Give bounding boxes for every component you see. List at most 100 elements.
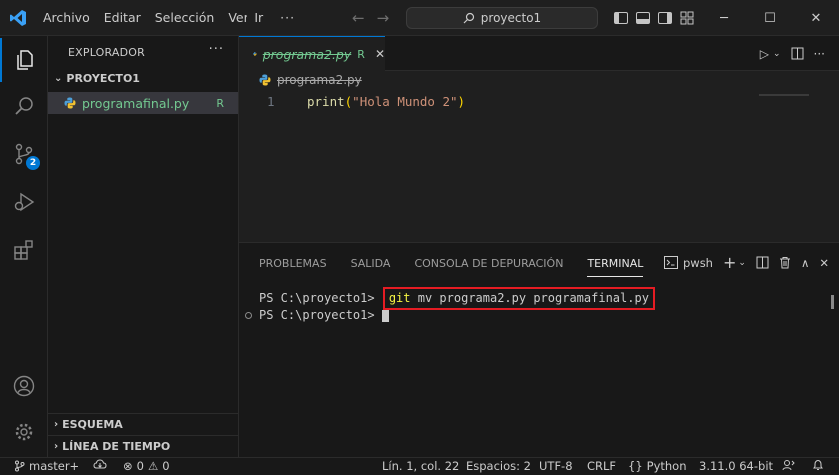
timeline-section-label: LÍNEA DE TIEMPO: [62, 440, 171, 453]
toggle-primary-sidebar-icon[interactable]: [614, 12, 628, 24]
minimap[interactable]: [759, 94, 809, 96]
indentation-status[interactable]: Espacios: 2: [466, 459, 531, 473]
explorer-icon[interactable]: [0, 38, 48, 82]
code-editor[interactable]: 1 print("Hola Mundo 2"): [239, 71, 839, 242]
language-status[interactable]: {} Python: [628, 459, 687, 473]
terminal-dropdown-icon[interactable]: ⌄: [738, 258, 746, 268]
python-interpreter-status[interactable]: 3.11.0 64-bit: [699, 459, 773, 473]
terminal-icon: [663, 256, 678, 269]
command-decoration-icon[interactable]: [245, 312, 252, 319]
terminal-cursor: [381, 309, 389, 322]
customize-layout-icon[interactable]: [680, 11, 694, 25]
vscode-logo-icon: [0, 0, 36, 36]
project-folder-label: PROYECTO1: [66, 72, 140, 85]
terminal-scrollbar[interactable]: [831, 295, 834, 309]
menu-archivo[interactable]: Archivo: [36, 0, 97, 36]
menu-seleccion[interactable]: Selección: [148, 0, 222, 36]
tab-terminal[interactable]: TERMINAL: [587, 257, 644, 277]
menu-editar[interactable]: Editar: [97, 0, 148, 36]
project-folder[interactable]: ⌄ PROYECTO1: [54, 72, 140, 85]
toggle-panel-icon[interactable]: [636, 12, 650, 24]
minimize-icon[interactable]: ─: [701, 0, 747, 36]
problems-status[interactable]: ⊗ 0 ⚠ 0: [123, 459, 170, 473]
navigation-arrows: ← →: [352, 0, 389, 36]
manage-gear-icon[interactable]: [0, 410, 48, 454]
search-view-icon[interactable]: [0, 84, 48, 128]
timeline-section[interactable]: › LÍNEA DE TIEMPO: [48, 435, 238, 457]
toggle-secondary-sidebar-icon[interactable]: [658, 12, 672, 24]
split-terminal-icon[interactable]: [756, 256, 769, 269]
run-dropdown-icon[interactable]: ⌄: [773, 49, 781, 59]
source-control-icon[interactable]: 2: [0, 132, 48, 176]
python-file-icon: [64, 97, 76, 109]
run-debug-icon[interactable]: [0, 180, 48, 224]
terminal-line-1: PS C:\proyecto1> git mv programa2.py pro…: [259, 287, 655, 310]
maximize-panel-icon[interactable]: ∧: [801, 256, 809, 270]
code-line-1[interactable]: 1 print("Hola Mundo 2"): [239, 93, 769, 112]
new-terminal-icon[interactable]: +: [723, 253, 736, 272]
search-icon: [463, 12, 474, 24]
branch-status[interactable]: master+: [14, 459, 79, 473]
tab-close-icon[interactable]: ✕: [375, 47, 385, 61]
tab-problemas[interactable]: PROBLEMAS: [259, 257, 327, 277]
close-icon[interactable]: ✕: [793, 0, 839, 36]
line-number: 1: [267, 94, 275, 109]
title-bar: Archivo Editar Selección Ver Ir ··· ← → …: [0, 0, 839, 36]
panel-tabs: PROBLEMAS SALIDA CONSOLA DE DEPURACIÓN T…: [259, 257, 644, 277]
breadcrumb-file-label: programa2.py: [277, 73, 362, 87]
menu-ir[interactable]: Ir: [247, 0, 270, 36]
menu-ver[interactable]: Ver: [221, 0, 247, 36]
breadcrumb[interactable]: programa2.py: [259, 73, 362, 87]
cursor-position[interactable]: Lín. 1, col. 22: [382, 459, 459, 473]
chevron-down-icon: ⌄: [54, 73, 63, 84]
chevron-right-icon: ›: [54, 441, 59, 452]
eol-status[interactable]: CRLF: [587, 459, 616, 473]
terminal-output[interactable]: PS C:\proyecto1> git mv programa2.py pro…: [245, 287, 655, 325]
branch-name: master+: [29, 459, 80, 473]
editor-more-button[interactable]: ···: [814, 47, 825, 61]
tab-label: programa2.py: [262, 46, 352, 62]
error-icon: ⊗: [123, 459, 133, 473]
back-arrow-icon[interactable]: ←: [352, 9, 365, 27]
command-args: mv programa2.py programafinal.py: [410, 291, 649, 305]
outline-section[interactable]: › ESQUEMA: [48, 413, 238, 435]
sync-icon[interactable]: [93, 459, 107, 471]
run-file-icon[interactable]: ▷: [760, 47, 769, 61]
file-item-label: programafinal.py: [82, 95, 190, 111]
live-share-icon[interactable]: [782, 459, 795, 471]
warning-icon: ⚠: [147, 459, 159, 473]
accounts-icon[interactable]: [0, 364, 48, 408]
explorer-title: EXPLORADOR: [68, 46, 146, 59]
extensions-icon[interactable]: [0, 228, 48, 272]
activity-bar: 2: [0, 36, 48, 457]
source-control-badge: 2: [26, 156, 40, 170]
menu-more-button[interactable]: ···: [270, 0, 305, 36]
tab-consola-depuracion[interactable]: CONSOLA DE DEPURACIÓN: [414, 257, 563, 277]
explorer-sidebar: EXPLORADOR ··· ⌄ PROYECTO1 programafinal…: [48, 36, 239, 457]
split-editor-icon[interactable]: [791, 47, 804, 60]
bottom-panel: PROBLEMAS SALIDA CONSOLA DE DEPURACIÓN T…: [239, 242, 839, 457]
python-file-icon: [259, 74, 271, 86]
outline-section-label: ESQUEMA: [62, 418, 123, 431]
window-controls: ─ ☐ ✕: [701, 0, 839, 36]
forward-arrow-icon[interactable]: →: [377, 9, 390, 27]
tab-salida[interactable]: SALIDA: [351, 257, 391, 277]
explorer-more-button[interactable]: ···: [209, 42, 224, 57]
maximize-icon[interactable]: ☐: [747, 0, 793, 36]
terminal-line-2: PS C:\proyecto1>: [245, 306, 655, 325]
editor-actions: ▷ ⌄ ···: [760, 36, 825, 71]
terminal-prompt: PS C:\proyecto1>: [259, 291, 382, 305]
tab-status-badge: R: [357, 47, 365, 61]
tab-programa2[interactable]: programa2.py R ✕: [239, 36, 385, 71]
trash-icon[interactable]: [779, 256, 791, 269]
file-item-programafinal[interactable]: programafinal.py R: [48, 92, 238, 114]
editor-tabs: programa2.py R ✕ ▷ ⌄ ···: [239, 36, 839, 71]
braces-icon: {}: [628, 459, 643, 473]
chevron-right-icon: ›: [54, 419, 59, 430]
close-panel-icon[interactable]: ✕: [819, 256, 829, 270]
command-center-search[interactable]: proyecto1: [406, 7, 598, 29]
vscode-window: Archivo Editar Selección Ver Ir ··· ← → …: [0, 0, 839, 475]
notifications-bell-icon[interactable]: [812, 459, 824, 471]
encoding-status[interactable]: UTF-8: [539, 459, 573, 473]
terminal-shell-selector[interactable]: pwsh: [663, 256, 713, 270]
